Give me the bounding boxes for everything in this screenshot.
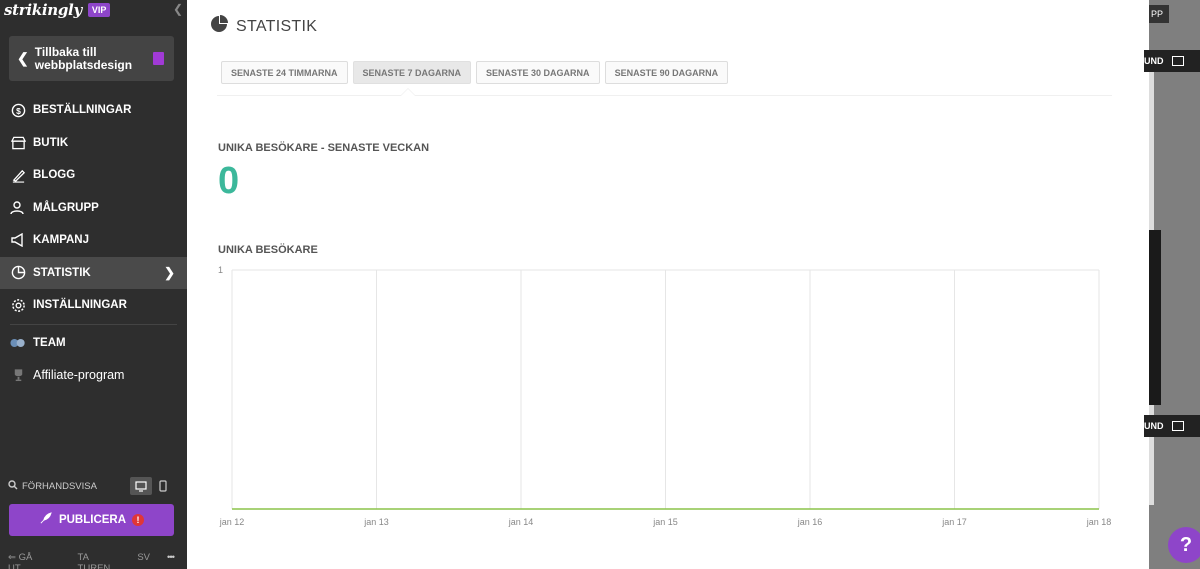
vip-badge: VIP [87, 3, 111, 17]
x-tick-label: jan 18 [1086, 517, 1112, 527]
sidebar-item-label: BLOGG [33, 169, 76, 182]
image-icon [1171, 421, 1184, 431]
tab-last-90-days[interactable]: SENASTE 90 DAGARNA [604, 61, 729, 84]
mobile-preview-icon[interactable] [152, 477, 174, 495]
x-tick-label: jan 13 [363, 517, 389, 527]
rocket-icon [39, 512, 52, 528]
preview-bar: FÖRHANDSVISA [8, 476, 178, 496]
gear-icon [10, 297, 26, 313]
sidebar-item-orders[interactable]: $ BESTÄLLNINGAR [0, 94, 187, 127]
unique-chart-label: UNIKA BESÖKARE [218, 244, 318, 256]
site-preview: PP UND UND ? [1144, 0, 1200, 569]
tabs-divider [217, 95, 1112, 96]
chevron-right-icon: ❯ [164, 264, 175, 280]
brand[interactable]: strikingly VIP [4, 0, 111, 20]
brand-logo: strikingly [4, 1, 82, 19]
help-button[interactable]: ? [1168, 527, 1200, 563]
preview-section [1149, 230, 1161, 405]
unique-week-count: 0 [218, 160, 240, 202]
x-tick-label: jan 16 [797, 517, 823, 527]
trophy-icon [10, 367, 26, 383]
main-panel: STATISTIK SENASTE 24 TIMMARNA SENASTE 7 … [187, 0, 1149, 569]
background-edit-bar[interactable]: UND [1144, 415, 1200, 437]
page-title: STATISTIK [210, 15, 317, 38]
sidebar-item-label: KAMPANJ [33, 234, 90, 247]
sidebar: strikingly VIP ❮ ❮ Tillbaka till webbpla… [0, 0, 187, 569]
sidebar-item-label: MÅLGRUPP [33, 201, 99, 214]
sidebar-item-audience[interactable]: MÅLGRUPP [0, 192, 187, 225]
pie-chart-icon [10, 265, 26, 281]
logout-label: GÅ UT [8, 552, 33, 569]
sidebar-item-affiliate[interactable]: Affiliate-program [0, 359, 187, 392]
sidebar-footer: ⇐ GÅ UT TA TUREN SV ••• [8, 552, 180, 569]
tab-last-24-hours[interactable]: SENASTE 24 TIMMARNA [221, 61, 348, 84]
sidebar-item-label: TEAM [33, 336, 66, 349]
sidebar-item-settings[interactable]: INSTÄLLNINGAR [0, 289, 187, 322]
sidebar-item-label: Affiliate-program [33, 368, 125, 383]
search-icon [8, 479, 18, 493]
sidebar-item-label: BUTIK [33, 136, 69, 149]
active-tab-caret-inner [401, 89, 415, 96]
logout-link[interactable]: ⇐ GÅ UT [8, 552, 61, 569]
publish-label: PUBLICERA [58, 514, 127, 526]
tab-last-30-days[interactable]: SENASTE 30 DAGARNA [476, 61, 600, 84]
x-tick-label: jan 15 [652, 517, 678, 527]
store-icon [10, 135, 26, 151]
background-edit-bar[interactable]: UND [1144, 50, 1200, 72]
users-icon [10, 200, 26, 216]
sidebar-item-campaign[interactable]: KAMPANJ [0, 224, 187, 257]
svg-text:$: $ [16, 106, 21, 116]
period-tabs: SENASTE 24 TIMMARNA SENASTE 7 DAGARNA SE… [221, 61, 733, 84]
back-label: Tillbaka till webbplatsdesign [34, 44, 133, 72]
desktop-preview-icon[interactable] [130, 477, 152, 495]
language-link[interactable]: SV [137, 552, 150, 569]
sidebar-item-blog[interactable]: BLOGG [0, 159, 187, 192]
image-icon [1171, 56, 1184, 66]
unique-week-label: UNIKA BESÖKARE - SENASTE VECKAN [218, 142, 430, 154]
sidebar-item-label: STATISTIK [33, 266, 91, 279]
tab-last-7-days[interactable]: SENASTE 7 DAGARNA [352, 61, 472, 84]
sidebar-nav: $ BESTÄLLNINGAR BUTIK BLOGG MÅLGRUPP KAM… [0, 94, 187, 392]
pen-icon [10, 167, 26, 183]
y-tick-label: 1 [218, 265, 223, 275]
dollar-circle-icon: $ [10, 102, 26, 118]
x-tick-label: jan 17 [941, 517, 967, 527]
megaphone-icon [10, 232, 26, 248]
sidebar-item-statistics[interactable]: STATISTIK ❯ [0, 256, 187, 289]
back-to-design-button[interactable]: ❮ Tillbaka till webbplatsdesign [9, 36, 174, 81]
more-icon[interactable]: ••• [167, 552, 175, 569]
x-tick-label: jan 12 [219, 517, 245, 527]
warning-icon: ! [132, 514, 145, 526]
collapse-sidebar-icon[interactable]: ❮ [173, 2, 183, 16]
app-tag[interactable]: PP [1149, 5, 1169, 23]
background-label: UND [1144, 421, 1164, 431]
chevron-left-icon: ❮ [17, 50, 29, 66]
sidebar-item-store[interactable]: BUTIK [0, 127, 187, 160]
background-label: UND [1144, 56, 1164, 66]
tour-link[interactable]: TA TUREN [78, 552, 121, 569]
team-icon [10, 335, 26, 351]
page-icon [153, 52, 164, 65]
pie-chart-icon [210, 15, 228, 38]
sidebar-item-label: BESTÄLLNINGAR [33, 104, 132, 117]
sidebar-item-label: INSTÄLLNINGAR [33, 299, 127, 312]
publish-button[interactable]: PUBLICERA ! [9, 504, 174, 536]
sidebar-item-team[interactable]: TEAM [0, 327, 187, 360]
unique-visitors-chart: jan 12 jan 13 jan 14 jan 15 jan 16 jan 17 jan … [218, 265, 1112, 527]
page-title-text: STATISTIK [236, 17, 318, 35]
divider [10, 323, 177, 325]
preview-label[interactable]: FÖRHANDSVISA [22, 481, 97, 492]
x-tick-label: jan 14 [508, 517, 534, 527]
